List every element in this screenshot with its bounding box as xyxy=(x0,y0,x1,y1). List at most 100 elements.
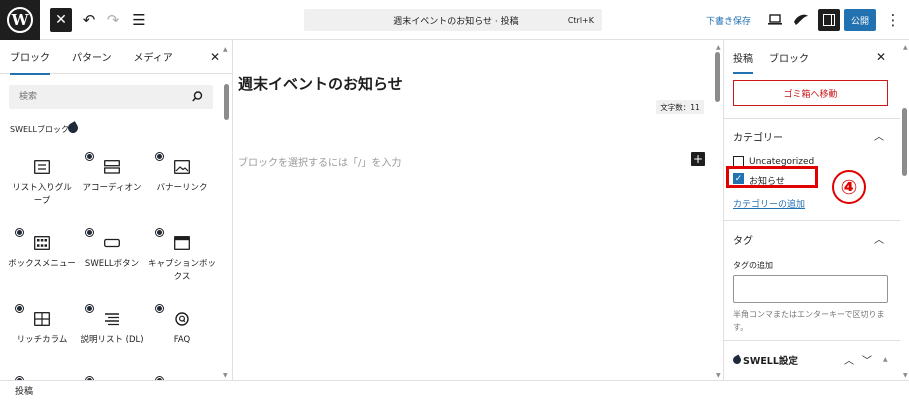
box-menu-grid-icon xyxy=(34,236,50,250)
more-vertical-icon: ⋮ xyxy=(885,11,901,29)
inserter-tabs: ブロック パターン メディア ✕ xyxy=(0,40,232,75)
block-more[interactable] xyxy=(74,372,148,380)
swell-logo-icon xyxy=(794,14,808,25)
sidebar-scrollbar[interactable] xyxy=(902,108,907,176)
block-banner-link[interactable]: バナーリンク xyxy=(144,148,218,224)
save-draft-button[interactable]: 下書き保存 xyxy=(706,14,751,27)
categories-panel-title[interactable]: カテゴリー xyxy=(733,129,783,144)
block-list-group[interactable]: リスト入りグループ xyxy=(4,148,78,224)
scroll-up-arrow[interactable]: ▲ xyxy=(716,44,721,51)
block-faq[interactable]: FAQ xyxy=(144,300,218,376)
block-accordion[interactable]: アコーディオン xyxy=(74,148,148,224)
post-title[interactable]: 週末イベントのお知らせ xyxy=(238,73,403,94)
columns-icon xyxy=(34,312,50,326)
wordpress-logo-icon: W xyxy=(7,7,33,33)
block-caption-box[interactable]: キャプションボックス xyxy=(144,224,218,300)
swell-badge-icon xyxy=(15,304,24,313)
caption-box-icon xyxy=(174,236,190,250)
word-count-badge: 文字数：11 xyxy=(656,100,704,114)
tab-media[interactable]: メディア xyxy=(134,40,173,74)
chevron-up-icon[interactable]: ︿ xyxy=(844,352,854,367)
swell-badge-icon xyxy=(15,228,24,237)
banner-image-icon xyxy=(174,160,190,174)
swell-logo-icon xyxy=(731,354,743,366)
block-more[interactable] xyxy=(4,372,78,380)
block-box-menu[interactable]: ボックスメニュー xyxy=(4,224,78,300)
swell-badge-icon xyxy=(85,228,94,237)
top-toolbar: W ✕ ↶ ↷ ☰ 週末イベントのお知らせ · 投稿 Ctrl+K 下書き保存 … xyxy=(0,0,909,40)
divider xyxy=(724,220,900,221)
block-swell-button[interactable]: SWELLボタン xyxy=(74,224,148,300)
block-label: 説明リスト (DL) xyxy=(80,335,144,345)
document-title-label: 週末イベントのお知らせ · 投稿 xyxy=(393,16,519,27)
close-sidebar-button[interactable]: ✕ xyxy=(876,50,886,64)
command-palette-bar[interactable]: 週末イベントのお知らせ · 投稿 Ctrl+K xyxy=(304,9,602,31)
shortcut-hint: Ctrl+K xyxy=(567,15,594,25)
add-block-button[interactable]: + xyxy=(691,152,705,166)
scroll-down-arrow[interactable]: ▼ xyxy=(903,372,908,379)
swell-settings-panel-title[interactable]: SWELL設定 xyxy=(731,353,798,367)
divider xyxy=(724,118,900,119)
tags-panel-title[interactable]: タグ xyxy=(733,232,753,247)
publish-button[interactable]: 公開 xyxy=(844,9,876,31)
step-number-annotation: ④ xyxy=(832,170,866,204)
scroll-down-arrow[interactable]: ▼ xyxy=(716,372,721,379)
block-placeholder[interactable]: ブロックを選択するには「/」を入力 xyxy=(238,154,401,169)
wordpress-logo-button[interactable]: W xyxy=(0,0,40,40)
plus-icon: + xyxy=(692,152,704,166)
tab-patterns[interactable]: パターン xyxy=(72,40,112,74)
inserter-scrollbar[interactable] xyxy=(224,84,229,120)
settings-sidebar: 投稿 ブロック ✕ ゴミ箱へ移動 カテゴリー ︿ Uncategorized ✓… xyxy=(723,40,909,380)
editor-scrollbar[interactable] xyxy=(715,52,720,102)
move-up-arrow[interactable]: ▲ xyxy=(883,356,888,363)
editor-canvas: 週末イベントのお知らせ 文字数：11 ブロックを選択するには「/」を入力 + ▲… xyxy=(233,40,723,380)
block-description-list[interactable]: 説明リスト (DL) xyxy=(74,300,148,376)
scroll-up-arrow[interactable]: ▲ xyxy=(223,46,228,53)
swell-badge-icon xyxy=(155,304,164,313)
list-group-icon xyxy=(34,160,50,174)
settings-sidebar-toggle[interactable] xyxy=(818,9,840,31)
tab-blocks[interactable]: ブロック xyxy=(10,40,50,75)
swell-settings-button[interactable] xyxy=(790,8,812,32)
close-icon: ✕ xyxy=(55,12,67,28)
swell-settings-label: SWELL設定 xyxy=(743,356,798,367)
document-overview-button[interactable]: ☰ xyxy=(128,8,150,32)
close-inserter-button[interactable]: ✕ xyxy=(210,50,220,64)
tab-block[interactable]: ブロック xyxy=(769,40,809,74)
list-view-icon: ☰ xyxy=(132,11,146,29)
button-icon xyxy=(104,238,120,248)
block-label: バナーリンク xyxy=(156,183,208,193)
block-search-input[interactable] xyxy=(9,85,213,109)
block-inserter-close-button[interactable]: ✕ xyxy=(50,8,72,32)
move-to-trash-button[interactable]: ゴミ箱へ移動 xyxy=(733,80,888,106)
block-rich-columns[interactable]: リッチカラム xyxy=(4,300,78,376)
accordion-icon xyxy=(104,160,120,174)
breadcrumb[interactable]: 投稿 xyxy=(15,384,33,397)
footer-area xyxy=(0,400,909,418)
tag-input-label: タグの追加 xyxy=(733,261,773,270)
scroll-down-arrow[interactable]: ▼ xyxy=(223,372,228,379)
block-category-label: SWELLブロック xyxy=(10,125,69,134)
desktop-preview-icon xyxy=(768,14,782,25)
preview-button[interactable] xyxy=(764,8,786,32)
chevron-up-icon[interactable]: ︿ xyxy=(874,128,884,143)
redo-button[interactable]: ↷ xyxy=(102,8,124,32)
chevron-down-icon[interactable]: ﹀ xyxy=(862,352,872,367)
block-breadcrumb-bar: 投稿 xyxy=(0,380,909,400)
block-label: アコーディオン xyxy=(82,183,142,193)
chevron-up-icon[interactable]: ︿ xyxy=(874,231,884,246)
redo-icon: ↷ xyxy=(106,11,120,29)
scroll-up-arrow[interactable]: ▲ xyxy=(903,44,908,51)
block-more[interactable] xyxy=(144,372,218,380)
undo-icon: ↶ xyxy=(82,11,96,29)
tab-post[interactable]: 投稿 xyxy=(733,40,753,74)
swell-badge-icon xyxy=(155,152,164,161)
description-list-icon xyxy=(105,313,119,326)
divider xyxy=(724,340,900,341)
undo-button[interactable]: ↶ xyxy=(78,8,100,32)
options-menu-button[interactable]: ⋮ xyxy=(882,8,904,32)
block-label: FAQ xyxy=(173,335,191,345)
tag-input[interactable] xyxy=(733,275,888,303)
block-inserter-panel: ブロック パターン メディア ✕ SWELLブロック リスト入りグループ アコー… xyxy=(0,40,233,380)
add-category-link[interactable]: カテゴリーの追加 xyxy=(733,197,805,210)
